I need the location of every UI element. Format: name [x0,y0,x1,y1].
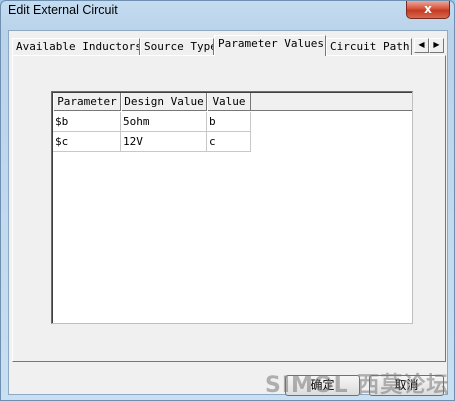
tab-scroll-left-button[interactable]: ◀ [414,38,429,53]
column-header-parameter[interactable]: Parameter [53,93,121,111]
parameter-grid[interactable]: Parameter Design Value Value $b 5ohm b $… [51,91,413,324]
tab-label: Source Type [144,40,214,53]
tab-parameter-values[interactable]: Parameter Values [214,35,326,56]
column-header-design-value[interactable]: Design Value [121,93,207,111]
cell-design-value[interactable]: 12V [121,132,207,152]
cell-value[interactable]: b [207,112,251,132]
dialog-window: Edit External Circuit x Available Induct… [0,0,455,401]
tab-circuit-path[interactable]: Circuit Path [326,38,412,55]
column-header-value[interactable]: Value [207,93,251,111]
tab-available-inductors[interactable]: Available Inductors [12,38,140,55]
parameter-values-panel: Parameter Design Value Value $b 5ohm b $… [12,55,446,362]
cell-parameter[interactable]: $b [53,112,121,132]
tab-label: Available Inductors [16,40,140,53]
ok-button[interactable]: 确定 [285,375,360,396]
grid-header: Parameter Design Value Value [53,93,412,111]
table-row[interactable]: $b 5ohm b [53,112,252,132]
tab-strip: Available Inductors Source Type Paramete… [9,35,449,56]
tab-source-type[interactable]: Source Type [140,38,214,55]
dialog-client-area: Available Inductors Source Type Paramete… [8,30,449,396]
cell-parameter[interactable]: $c [53,132,121,152]
chevron-right-icon: ▶ [433,40,440,49]
tab-scroll-right-button[interactable]: ▶ [429,38,444,53]
table-row[interactable]: $c 12V c [53,132,252,152]
cell-design-value[interactable]: 5ohm [121,112,207,132]
title-bar[interactable]: Edit External Circuit x [1,1,454,23]
tab-label: Circuit Path [330,40,410,53]
chevron-left-icon: ◀ [418,40,425,49]
tab-label: Parameter Values [218,37,324,50]
cancel-button[interactable]: 取消 [369,375,444,396]
window-title: Edit External Circuit [8,3,118,17]
cell-value[interactable]: c [207,132,251,152]
close-icon: x [424,2,432,16]
close-button[interactable]: x [406,1,450,19]
